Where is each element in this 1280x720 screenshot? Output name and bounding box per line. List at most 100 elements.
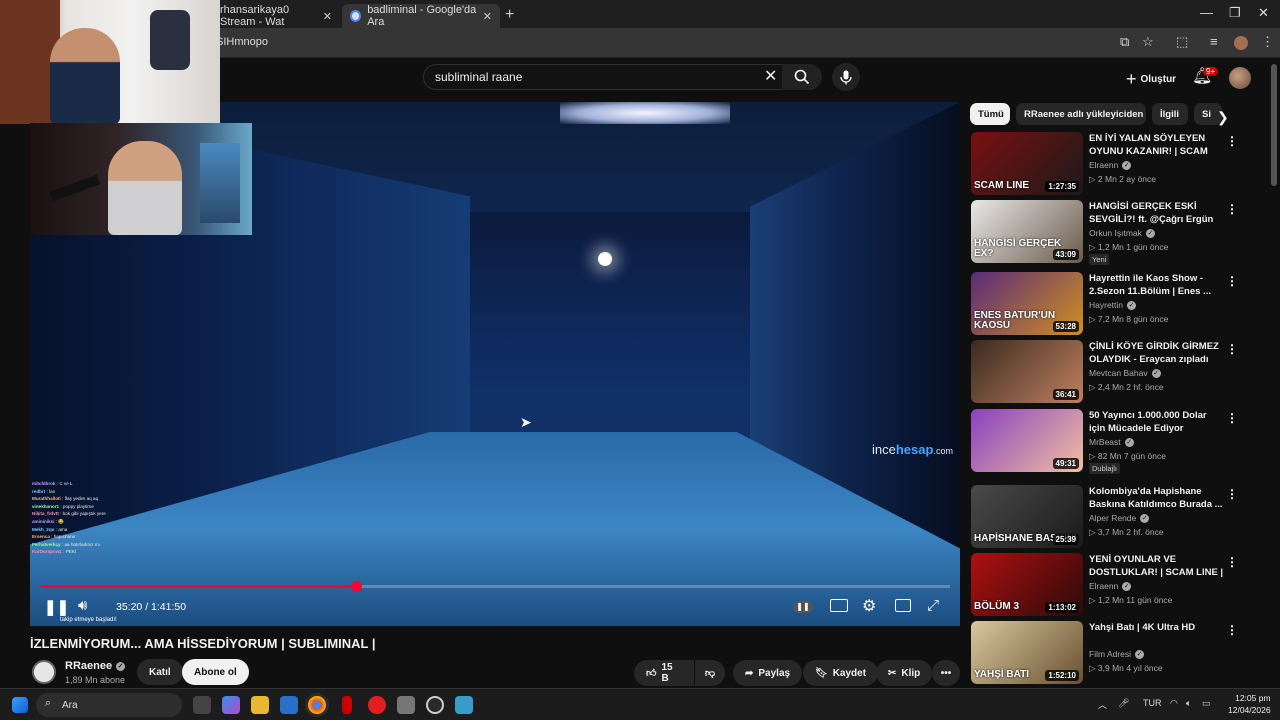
subtitles-icon[interactable] xyxy=(830,599,848,612)
windows-start-icon[interactable] xyxy=(12,697,28,713)
more-options-icon[interactable]: ⋮ xyxy=(1226,487,1238,501)
voice-search-button[interactable] xyxy=(832,63,860,91)
more-options-icon[interactable]: ⋮ xyxy=(1226,134,1238,148)
bookmark-star-icon[interactable]: ☆ xyxy=(1142,34,1154,50)
game-app-icon[interactable] xyxy=(397,696,415,714)
volume-icon[interactable]: 🔊︎ xyxy=(78,597,87,614)
share-button[interactable]: ➦ Paylaş xyxy=(733,660,803,686)
recommended-video[interactable]: BÖLÜM 3 1:13:02 YENİ OYUNLAR VE DOSTLUKLAR… xyxy=(971,553,1261,617)
file-explorer-icon[interactable] xyxy=(251,696,269,714)
chrome-icon[interactable] xyxy=(308,696,326,714)
page-scrollbar[interactable] xyxy=(1271,64,1277,186)
more-options-icon[interactable]: ⋮ xyxy=(1226,342,1238,356)
recommended-video-title[interactable]: 50 Yayıncı 1.000.000 Dolar için Mücadele… xyxy=(1089,409,1225,435)
close-tab-icon[interactable]: ✕ xyxy=(483,10,492,23)
settings-gear-icon[interactable]: ⚙︎ xyxy=(862,596,876,616)
more-options-icon[interactable]: ⋮ xyxy=(1226,202,1238,216)
channel-name-text[interactable]: Hayrettin xyxy=(1089,300,1123,310)
extensions-icon[interactable]: ⬚ xyxy=(1176,34,1188,50)
channel-name-text[interactable]: MrBeast xyxy=(1089,437,1121,447)
video-thumbnail[interactable]: HANGİSİ GERÇEK EX? 43:09 xyxy=(971,200,1083,263)
recommended-channel[interactable]: Film Adresi ✓ xyxy=(1089,649,1145,659)
url-text[interactable]: SIHmnopo xyxy=(216,36,268,48)
channel-avatar[interactable] xyxy=(32,660,56,684)
browser-menu-icon[interactable]: ⋮ xyxy=(1261,34,1274,50)
account-avatar[interactable] xyxy=(1229,67,1251,89)
pause-button[interactable]: ❚❚ xyxy=(44,598,69,616)
new-tab-button[interactable]: + xyxy=(505,6,514,24)
channel-name-text[interactable]: Elraenn xyxy=(1089,581,1118,591)
reading-list-icon[interactable]: ≡ xyxy=(1210,34,1218,49)
close-tab-icon[interactable]: ✕ xyxy=(323,10,332,23)
clear-search-icon[interactable]: ✕ xyxy=(764,66,777,86)
microphone-tray-icon[interactable]: 🎤︎ xyxy=(1118,698,1129,709)
video-thumbnail[interactable]: 49:31 xyxy=(971,409,1083,472)
channel-name[interactable]: RRaenee ✓ xyxy=(65,660,126,672)
obs-icon[interactable] xyxy=(426,696,444,714)
search-input[interactable]: subliminal raane xyxy=(423,64,783,90)
recommended-channel[interactable]: Elraenn ✓ xyxy=(1089,581,1132,591)
recommended-channel[interactable]: Hayrettin ✓ xyxy=(1089,300,1137,310)
recommended-video-title[interactable]: Hayrettin ile Kaos Show - 2.Sezon 11.Böl… xyxy=(1089,272,1225,298)
search-button[interactable] xyxy=(782,64,822,90)
video-thumbnail[interactable]: 36:41 xyxy=(971,340,1083,403)
input-language[interactable]: TUR xyxy=(1143,698,1162,708)
recommended-video[interactable]: HANGİSİ GERÇEK EX? 43:09 HANGİSİ GERÇEK ES… xyxy=(971,200,1261,265)
theater-mode-icon[interactable] xyxy=(895,599,911,612)
minimize-icon[interactable]: — xyxy=(1200,5,1213,20)
cast-icon[interactable]: ⧉ xyxy=(1120,34,1129,50)
media-player-icon[interactable] xyxy=(368,696,386,714)
save-button[interactable]: 🔖︎ Kaydet xyxy=(803,660,879,686)
window-close-icon[interactable]: ✕ xyxy=(1258,5,1269,21)
like-button[interactable]: 👍︎ 15 B xyxy=(634,660,694,686)
recommended-video-title[interactable]: EN İYİ YALAN SÖYLEYEN OYUNU KAZANIR! | S… xyxy=(1089,132,1225,158)
battery-icon[interactable]: ▭ xyxy=(1202,698,1211,709)
recommended-video[interactable]: 36:41 ÇİNLİ KÖYE GİRDİK GİRMEZ OLAYDIK - … xyxy=(971,340,1261,404)
video-thumbnail[interactable]: ENES BATUR'UN KAOSU 53:28 xyxy=(971,272,1083,335)
more-options-icon[interactable]: ⋮ xyxy=(1226,274,1238,288)
more-actions-button[interactable]: ••• xyxy=(932,660,960,686)
recommended-video-title[interactable]: YENİ OYUNLAR VE DOSTLUKLAR! | SCAM LINE … xyxy=(1089,553,1225,579)
recommended-video[interactable]: ENES BATUR'UN KAOSU 53:28 Hayrettin ile Ka… xyxy=(971,272,1261,336)
recommended-video-title[interactable]: ÇİNLİ KÖYE GİRDİK GİRMEZ OLAYDIK - Erayc… xyxy=(1089,340,1225,366)
restore-icon[interactable]: ❐ xyxy=(1229,5,1241,21)
more-options-icon[interactable]: ⋮ xyxy=(1226,623,1238,637)
seek-bar-scrubber[interactable] xyxy=(350,581,362,592)
recommended-video[interactable]: 49:31 50 Yayıncı 1.000.000 Dolar için Müc… xyxy=(971,409,1261,474)
recommended-video-title[interactable]: Yahşi Batı | 4K Ultra HD xyxy=(1089,621,1225,634)
recommended-channel[interactable]: Mevtcan Bahav ✓ xyxy=(1089,368,1161,378)
subscribe-button[interactable]: Abone ol xyxy=(182,659,249,685)
recommended-video-title[interactable]: HANGİSİ GERÇEK ESKİ SEVGİLİ?! ft. @Çağrı… xyxy=(1089,200,1225,226)
browser-tab-google[interactable]: badliminal - Google'da Ara ✕ xyxy=(342,4,500,28)
app-icon[interactable] xyxy=(455,696,473,714)
autoplay-toggle[interactable]: ❚❚ xyxy=(793,601,813,613)
video-thumbnail[interactable]: SCAM LINE 1:27:35 xyxy=(971,132,1083,195)
wifi-icon[interactable]: ◠ xyxy=(1170,698,1178,709)
recommended-video-title[interactable]: Kolombiya'da Hapishane Baskına Katıldımc… xyxy=(1089,485,1225,511)
channel-name-text[interactable]: Mevtcan Bahav xyxy=(1089,368,1148,378)
video-thumbnail[interactable]: YAHŞİ BATI 1:52:10 xyxy=(971,621,1083,684)
create-button[interactable]: + Oluştur xyxy=(1118,66,1184,93)
microsoft-store-icon[interactable] xyxy=(280,696,298,714)
recommended-channel[interactable]: Alper Rende ✓ xyxy=(1089,513,1150,523)
taskbar-clock[interactable]: 12:05 pm 12/04/2026 xyxy=(1228,692,1271,716)
channel-name-text[interactable]: Film Adresi xyxy=(1089,649,1131,659)
recommended-video[interactable]: YAHŞİ BATI 1:52:10 Yahşi Batı | 4K Ultra H… xyxy=(971,621,1261,685)
fullscreen-icon[interactable]: ⤢ xyxy=(927,597,939,614)
more-options-icon[interactable]: ⋮ xyxy=(1226,411,1238,425)
channel-name-text[interactable]: Elraenn xyxy=(1089,160,1118,170)
netflix-icon[interactable] xyxy=(342,696,352,714)
recommended-video[interactable]: HAPİSHANE BASKINI 25:39 Kolombiya'da Hapis… xyxy=(971,485,1261,549)
more-options-icon[interactable]: ⋮ xyxy=(1226,555,1238,569)
channel-name-text[interactable]: Orkun Işıtmak xyxy=(1089,228,1142,238)
chevron-right-icon[interactable]: ❯ xyxy=(1217,109,1229,126)
channel-name-text[interactable]: RRaenee xyxy=(65,660,112,672)
video-thumbnail[interactable]: BÖLÜM 3 1:13:02 xyxy=(971,553,1083,616)
recommended-channel[interactable]: MrBeast ✓ xyxy=(1089,437,1134,447)
join-button[interactable]: Katıl xyxy=(137,659,183,685)
hidden-icons-chevron-icon[interactable]: ︿ xyxy=(1098,698,1107,711)
clip-button[interactable]: ✂ Klip xyxy=(876,660,933,686)
taskbar-search[interactable]: ⌕ Ara xyxy=(36,693,182,717)
recommended-channel[interactable]: Elraenn ✓ xyxy=(1089,160,1132,170)
task-view-icon[interactable] xyxy=(193,696,211,714)
